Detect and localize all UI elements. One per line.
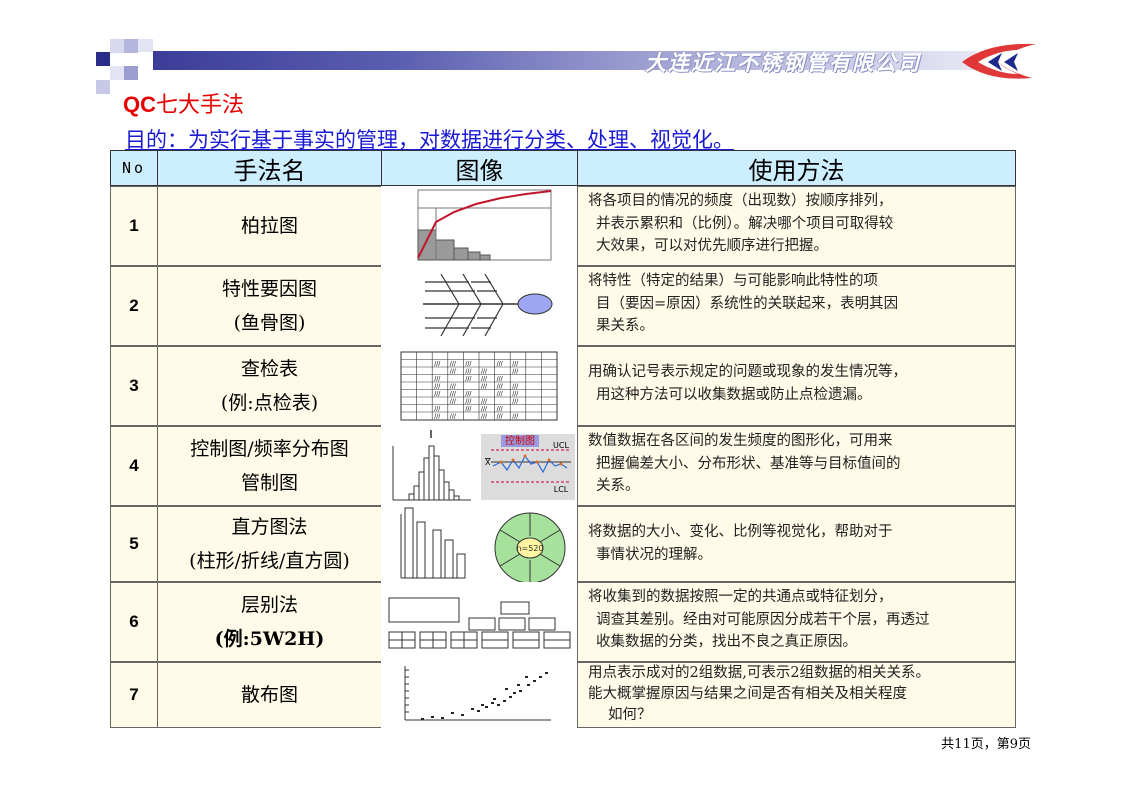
row-1-image — [381, 186, 578, 266]
svg-text:///: /// — [497, 406, 504, 413]
svg-text:///: /// — [481, 383, 488, 390]
header-image: 图像 — [381, 150, 578, 186]
header-usage: 使用方法 — [577, 150, 1016, 186]
svg-text:///: /// — [465, 406, 472, 413]
control-chart-icon: 控制图 UCL X LCL — [392, 430, 575, 501]
svg-text:///: /// — [481, 368, 488, 375]
decor-square-7 — [96, 80, 110, 94]
header-method-name: 手法名 — [157, 150, 382, 186]
svg-text:///: /// — [465, 361, 472, 368]
company-name: 大连近江不锈钢管有限公司 — [645, 51, 921, 75]
svg-text:///: /// — [497, 376, 504, 383]
svg-text:///: /// — [465, 391, 472, 398]
decor-square-2 — [110, 39, 124, 53]
svg-text:///: /// — [434, 406, 441, 413]
row-3-number: 3 — [110, 346, 158, 426]
stratification-icon — [388, 597, 571, 649]
pareto-chart-icon — [417, 189, 552, 261]
svg-text:///: /// — [450, 398, 457, 405]
row-6-number: 6 — [110, 582, 158, 662]
svg-text:///: /// — [497, 383, 504, 390]
row-4-number: 4 — [110, 426, 158, 506]
scatter-diagram-icon — [404, 666, 551, 721]
check-sheet-icon: ////////////////////////////////////////… — [400, 351, 558, 421]
row-1-number: 1 — [110, 186, 158, 266]
decor-square-3 — [124, 39, 138, 53]
svg-text:///: /// — [512, 361, 519, 368]
row-4-name: 控制图/频率分布图 管制图 — [157, 426, 382, 506]
svg-text:///: /// — [434, 383, 441, 390]
row-7-name: 散布图 — [157, 662, 382, 728]
row-5-usage: 将数据的大小、变化、比例等视觉化，帮助对于 事情状况的理解。 — [577, 506, 1016, 582]
decor-square-4 — [138, 39, 153, 52]
lcl-label: LCL — [554, 485, 569, 494]
row-2-usage: 将特性（特定的结果）与可能影响此特性的项 目（要因=原因）系统性的关联起来，表明其… — [577, 266, 1016, 346]
row-2-number: 2 — [110, 266, 158, 346]
svg-text:///: /// — [497, 391, 504, 398]
row-2-name: 特性要因图 (鱼骨图) — [157, 266, 382, 346]
svg-text:///: /// — [512, 391, 519, 398]
row-4-usage: 数值数据在各区间的发生频度的图形化，可用来 把握偏差大小、分布形状、基准等与目标值… — [577, 426, 1016, 506]
row-7-number: 7 — [110, 662, 158, 728]
svg-text:///: /// — [450, 368, 457, 375]
svg-text:///: /// — [481, 376, 488, 383]
row-6-name: 层别法 (例:5W2H) — [157, 582, 382, 662]
xbar-label: X — [485, 458, 491, 467]
svg-text:///: /// — [450, 361, 457, 368]
row-4-image: 控制图 UCL X LCL — [381, 426, 578, 506]
row-3-name: 查检表 (例:点检表) — [157, 346, 382, 426]
svg-text:///: /// — [465, 398, 472, 405]
pie-label: n=520 — [516, 544, 543, 553]
fishbone-diagram-icon — [423, 273, 553, 337]
row-6-usage: 将收集到的数据按照一定的共通点或特征划分， 调查其差别。经由对可能原因分成若干个层… — [577, 582, 1016, 662]
page-title: QC七大手法 — [123, 92, 245, 118]
svg-text:///: /// — [481, 413, 488, 420]
row-5-image: n=520 — [381, 506, 578, 584]
svg-text:///: /// — [434, 391, 441, 398]
svg-text:///: /// — [434, 361, 441, 368]
decor-square-5 — [110, 66, 124, 80]
svg-text:///: /// — [465, 376, 472, 383]
svg-text:///: /// — [450, 383, 457, 390]
svg-text:///: /// — [434, 376, 441, 383]
row-2-image — [381, 266, 578, 346]
row-1-usage: 将各项目的情况的频度（出现数）按顺序排列， 并表示累积和（比例）。解决哪个项目可取… — [577, 186, 1016, 266]
decor-square-1 — [96, 52, 110, 66]
company-logo — [962, 43, 1036, 79]
svg-text:///: /// — [512, 413, 519, 420]
row-5-number: 5 — [110, 506, 158, 582]
svg-text:///: /// — [497, 413, 504, 420]
svg-text:///: /// — [512, 368, 519, 375]
row-3-usage: 用确认记号表示规定的问题或现象的发生情况等， 用这种方法可以收集数据或防止点检遗漏… — [577, 346, 1016, 426]
control-chart-title: 控制图 — [505, 434, 535, 447]
row-7-usage: 用点表示成对的2组数据,可表示2组数据的相关关系。 能大概掌握原因与结果之间是否有… — [577, 662, 1016, 728]
svg-text:///: /// — [481, 398, 488, 405]
decor-square-6 — [124, 66, 138, 80]
ucl-label: UCL — [553, 441, 569, 450]
row-3-image: ////////////////////////////////////////… — [381, 346, 578, 426]
svg-text:///: /// — [450, 413, 457, 420]
svg-text:///: /// — [512, 383, 519, 390]
row-1-name: 柏拉图 — [157, 186, 382, 266]
svg-text:///: /// — [434, 413, 441, 420]
row-5-name: 直方图法 (柱形/折线/直方圆) — [157, 506, 382, 582]
row-7-image — [381, 662, 578, 728]
page-footer: 共11页，第9页 — [941, 737, 1031, 752]
row-6-image — [381, 582, 578, 662]
svg-text:///: /// — [512, 398, 519, 405]
header-no: No — [110, 150, 158, 186]
svg-text:///: /// — [497, 361, 504, 368]
svg-text:///: /// — [465, 368, 472, 375]
histogram-pie-icon: n=520 — [400, 507, 566, 584]
svg-text:///: /// — [450, 391, 457, 398]
svg-text:///: /// — [481, 406, 488, 413]
